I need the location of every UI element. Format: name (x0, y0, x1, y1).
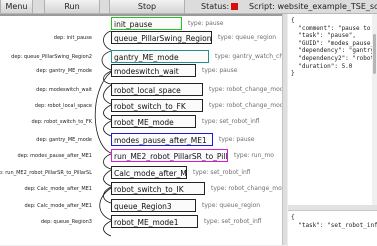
task-node[interactable]: modes_pause_after_ME1 (111, 133, 213, 146)
json-editor-secondary[interactable]: { "task": "set_robot_inf (288, 210, 377, 246)
task-type-label: type: queue_region (218, 34, 277, 41)
task-node[interactable]: gantry_ME_mode (111, 50, 209, 63)
dependency-label: dep: queue_Region3 (40, 219, 92, 225)
editor-line: } (291, 70, 295, 78)
editor-scrollbar-thumb[interactable] (373, 34, 376, 74)
script-label: Script: website_example_TSE_script_20221… (249, 2, 377, 11)
editor-line: "dependency2": "robot_ (291, 54, 377, 62)
dependency-label: dep: init_pause (53, 35, 92, 41)
editor-scrollbar[interactable] (372, 14, 377, 205)
editor-line: { (291, 214, 295, 221)
editor-secondary-text: { "task": "set_robot_inf (288, 211, 377, 229)
editor-line: { (291, 17, 295, 24)
dependency-label: dep: robot_local_space (34, 103, 92, 109)
task-node[interactable]: Calc_mode_after_ME1 (111, 166, 187, 179)
dependency-label: dep: gantry_ME_mode (36, 137, 92, 143)
task-node[interactable]: run_ME2_robot_PillarSR_to_PillarSL (111, 149, 228, 162)
stop-button[interactable]: Stop (109, 0, 185, 13)
task-node[interactable]: init_pause (111, 17, 182, 30)
toolbar: Menu Run Stop Status: Script: website_ex… (0, 0, 377, 14)
task-type-label: type: set_robot_infl (202, 118, 260, 125)
dependency-label: dep: Calc_mode_after_ME1 (24, 203, 92, 209)
task-node[interactable]: robot_switch_to_FK (111, 99, 203, 112)
editor-text: { "comment": "pause to w "task": "pause"… (288, 14, 377, 78)
editor-line: "dependency": "gantry_ (291, 47, 377, 55)
dependency-label: dep: robot_switch_to_FK (31, 119, 92, 125)
task-node[interactable]: modeswitch_wait (111, 64, 196, 77)
dependency-label: dep: modes_pause_after_ME1 (17, 153, 92, 159)
task-type-label: type: robot_change_modes (211, 185, 282, 192)
task-type-label: type: run_mo (234, 152, 274, 159)
dependency-label: dep: queue_PillarSwing_Region2 (11, 54, 92, 60)
dependency-label: dep: gantry_ME_mode (36, 68, 92, 74)
task-type-label: type: robot_change_modes (209, 86, 282, 93)
status-label: Status: (201, 2, 230, 11)
dependency-label: dep: run_ME2_robot_PillarSR_to_PillarSL (0, 170, 92, 176)
editor-line: "GUID": "modes_pause_ (291, 39, 375, 47)
task-type-label: type: pause (188, 20, 224, 27)
status-indicator (231, 3, 238, 10)
task-node[interactable]: robot_ME_mode (111, 115, 196, 128)
run-button[interactable]: Run (44, 0, 100, 13)
editor-line: "task": "set_robot_inf (291, 221, 377, 229)
task-node[interactable]: queue_Region3 (111, 199, 196, 212)
task-node[interactable]: robot_switch_to_IK (111, 182, 205, 195)
task-node[interactable]: queue_PillarSwing_Region2 (111, 31, 212, 44)
task-type-label: type: set_robot_infl (204, 218, 262, 225)
task-node[interactable]: robot_local_space (111, 83, 203, 96)
task-type-label: type: pause (219, 136, 255, 143)
vertical-splitter[interactable] (282, 14, 287, 245)
graph-canvas[interactable]: init_pause type: pause queue_PillarSwing_R… (0, 14, 282, 245)
task-node[interactable]: robot_ME_mode1 (111, 215, 198, 228)
editor-line: "task": "pause", (291, 32, 357, 40)
editor-line: "comment": "pause to w (291, 24, 377, 32)
dependency-label: dep: Calc_mode_after_ME1 (24, 186, 92, 192)
dependency-label: dep: modeswitch_wait (36, 87, 92, 93)
editor-line: "duration": 5.0 (291, 62, 353, 70)
task-type-label: type: queue_region (202, 202, 261, 209)
menu-button[interactable]: Menu (0, 0, 33, 13)
task-type-label: type: set_robot_infl (193, 169, 251, 176)
task-type-label: type: robot_change_modes (209, 102, 282, 109)
json-editor[interactable]: { "comment": "pause to w "task": "pause"… (288, 14, 377, 205)
task-type-label: type: pause (202, 67, 238, 74)
task-type-label: type: gantry_watch_change_s (215, 53, 282, 60)
